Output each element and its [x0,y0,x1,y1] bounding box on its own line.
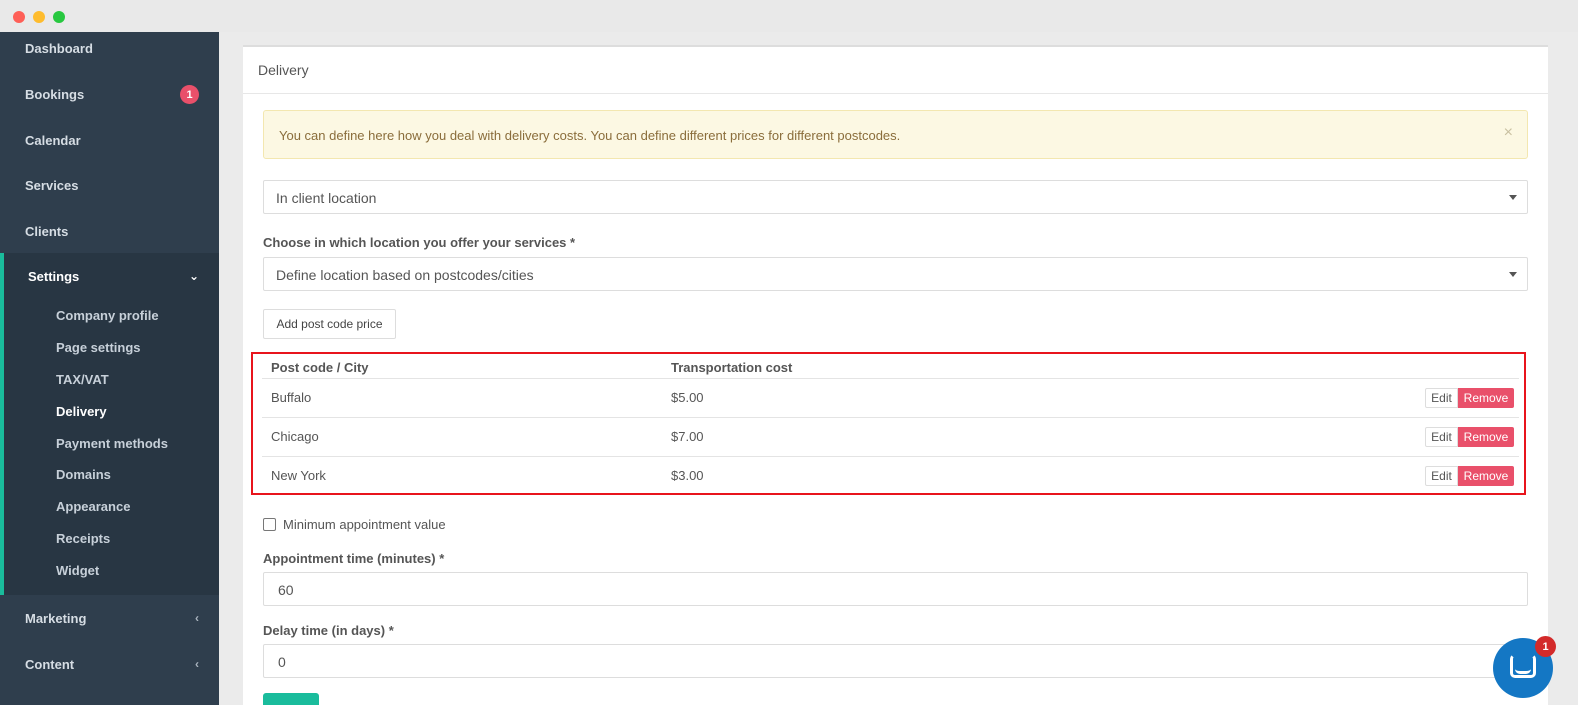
appointment-time-label: Appointment time (minutes) * [263,551,445,566]
chevron-down-icon: ⌄ [188,269,199,283]
sidebar-subitem-delivery[interactable]: Delivery [56,404,107,419]
sidebar-item-settings[interactable]: Settings ⌄ [4,253,219,299]
sidebar-item-label: Services [25,177,79,193]
caret-down-icon [1509,272,1517,277]
sidebar-item-label: Clients [25,223,69,239]
close-window-button[interactable] [13,11,25,23]
cost-cell: $3.00 [671,468,704,483]
appointment-time-input[interactable]: 60 [263,572,1528,606]
minimize-window-button[interactable] [33,11,45,23]
chat-icon [1510,654,1536,678]
maximize-window-button[interactable] [53,11,65,23]
sidebar-item-label: Marketing [25,610,87,626]
location-label: Choose in which location you offer your … [263,235,576,250]
select-value: Define location based on postcodes/citie… [276,267,534,283]
checkbox-label: Minimum appointment value [283,517,446,532]
sidebar-subitem-company-profile[interactable]: Company profile [56,308,159,323]
chat-smile-icon [1515,669,1531,674]
window-titlebar [0,0,1578,32]
sidebar-subitem-widget[interactable]: Widget [56,563,99,578]
chevron-left-icon: ‹ [195,657,199,671]
main-content: Delivery You can define here how you dea… [219,32,1578,705]
settings-section: Settings ⌄ Company profile Page settings… [0,253,219,595]
sidebar-item-label: Bookings [25,86,85,102]
sidebar-item-label: Settings [28,268,80,284]
chat-unread-badge: 1 [1535,636,1556,657]
sidebar-subitem-domains[interactable]: Domains [56,467,111,482]
edit-button[interactable]: Edit [1425,466,1458,486]
panel-divider [243,93,1548,94]
caret-down-icon [1509,195,1517,200]
remove-button[interactable]: Remove [1458,466,1514,486]
table-row: New York $3.00 Edit Remove [262,456,1519,495]
postcode-price-table: Post code / City Transportation cost Buf… [251,352,1526,495]
sidebar-item-label: Calendar [25,132,81,148]
sidebar-item-content[interactable]: Content ‹ [0,641,219,687]
minimum-value-option: Minimum appointment value [263,517,446,532]
sidebar-item-calendar[interactable]: Calendar [0,117,219,163]
city-cell: Buffalo [271,390,312,405]
delivery-panel: Delivery You can define here how you dea… [243,45,1548,705]
delivery-mode-select[interactable]: In client location [263,180,1528,214]
sidebar: Dashboard Bookings 1 Calendar Services C… [0,32,219,705]
sidebar-subitem-page-settings[interactable]: Page settings [56,340,141,355]
sidebar-item-label: Dashboard [25,40,93,56]
sidebar-item-label: Content [25,656,75,672]
chevron-left-icon: ‹ [195,611,199,625]
edit-button[interactable]: Edit [1425,427,1458,447]
city-cell: Chicago [271,429,319,444]
panel-title: Delivery [258,62,309,78]
save-button[interactable] [263,693,319,705]
sidebar-subitem-payment-methods[interactable]: Payment methods [56,436,168,451]
table-row: Chicago $7.00 Edit Remove [262,417,1519,456]
alert-text: You can define here how you deal with de… [279,128,901,143]
sidebar-item-services[interactable]: Services [0,162,219,208]
add-post-code-price-button[interactable]: Add post code price [263,309,396,339]
table-row: Buffalo $5.00 Edit Remove [262,378,1519,417]
cost-cell: $5.00 [671,390,704,405]
sidebar-subitem-tax-vat[interactable]: TAX/VAT [56,372,109,387]
sidebar-item-bookings[interactable]: Bookings 1 [0,71,219,117]
remove-button[interactable]: Remove [1458,427,1514,447]
bookings-count-badge: 1 [180,85,199,104]
info-alert: You can define here how you deal with de… [263,110,1528,159]
column-header-city: Post code / City [271,360,369,375]
sidebar-item-marketing[interactable]: Marketing ‹ [0,595,219,641]
column-header-cost: Transportation cost [671,360,793,375]
sidebar-item-clients[interactable]: Clients [0,208,219,254]
close-icon[interactable]: × [1504,124,1513,142]
sidebar-subitem-appearance[interactable]: Appearance [56,499,130,514]
delay-time-label: Delay time (in days) * [263,623,394,638]
sidebar-subitem-receipts[interactable]: Receipts [56,531,110,546]
city-cell: New York [271,468,326,483]
delay-time-input[interactable]: 0 [263,644,1528,678]
cost-cell: $7.00 [671,429,704,444]
minimum-value-checkbox[interactable] [263,518,276,531]
location-select[interactable]: Define location based on postcodes/citie… [263,257,1528,291]
sidebar-item-dashboard[interactable]: Dashboard [0,25,219,71]
remove-button[interactable]: Remove [1458,388,1514,408]
edit-button[interactable]: Edit [1425,388,1458,408]
select-value: In client location [276,190,377,206]
